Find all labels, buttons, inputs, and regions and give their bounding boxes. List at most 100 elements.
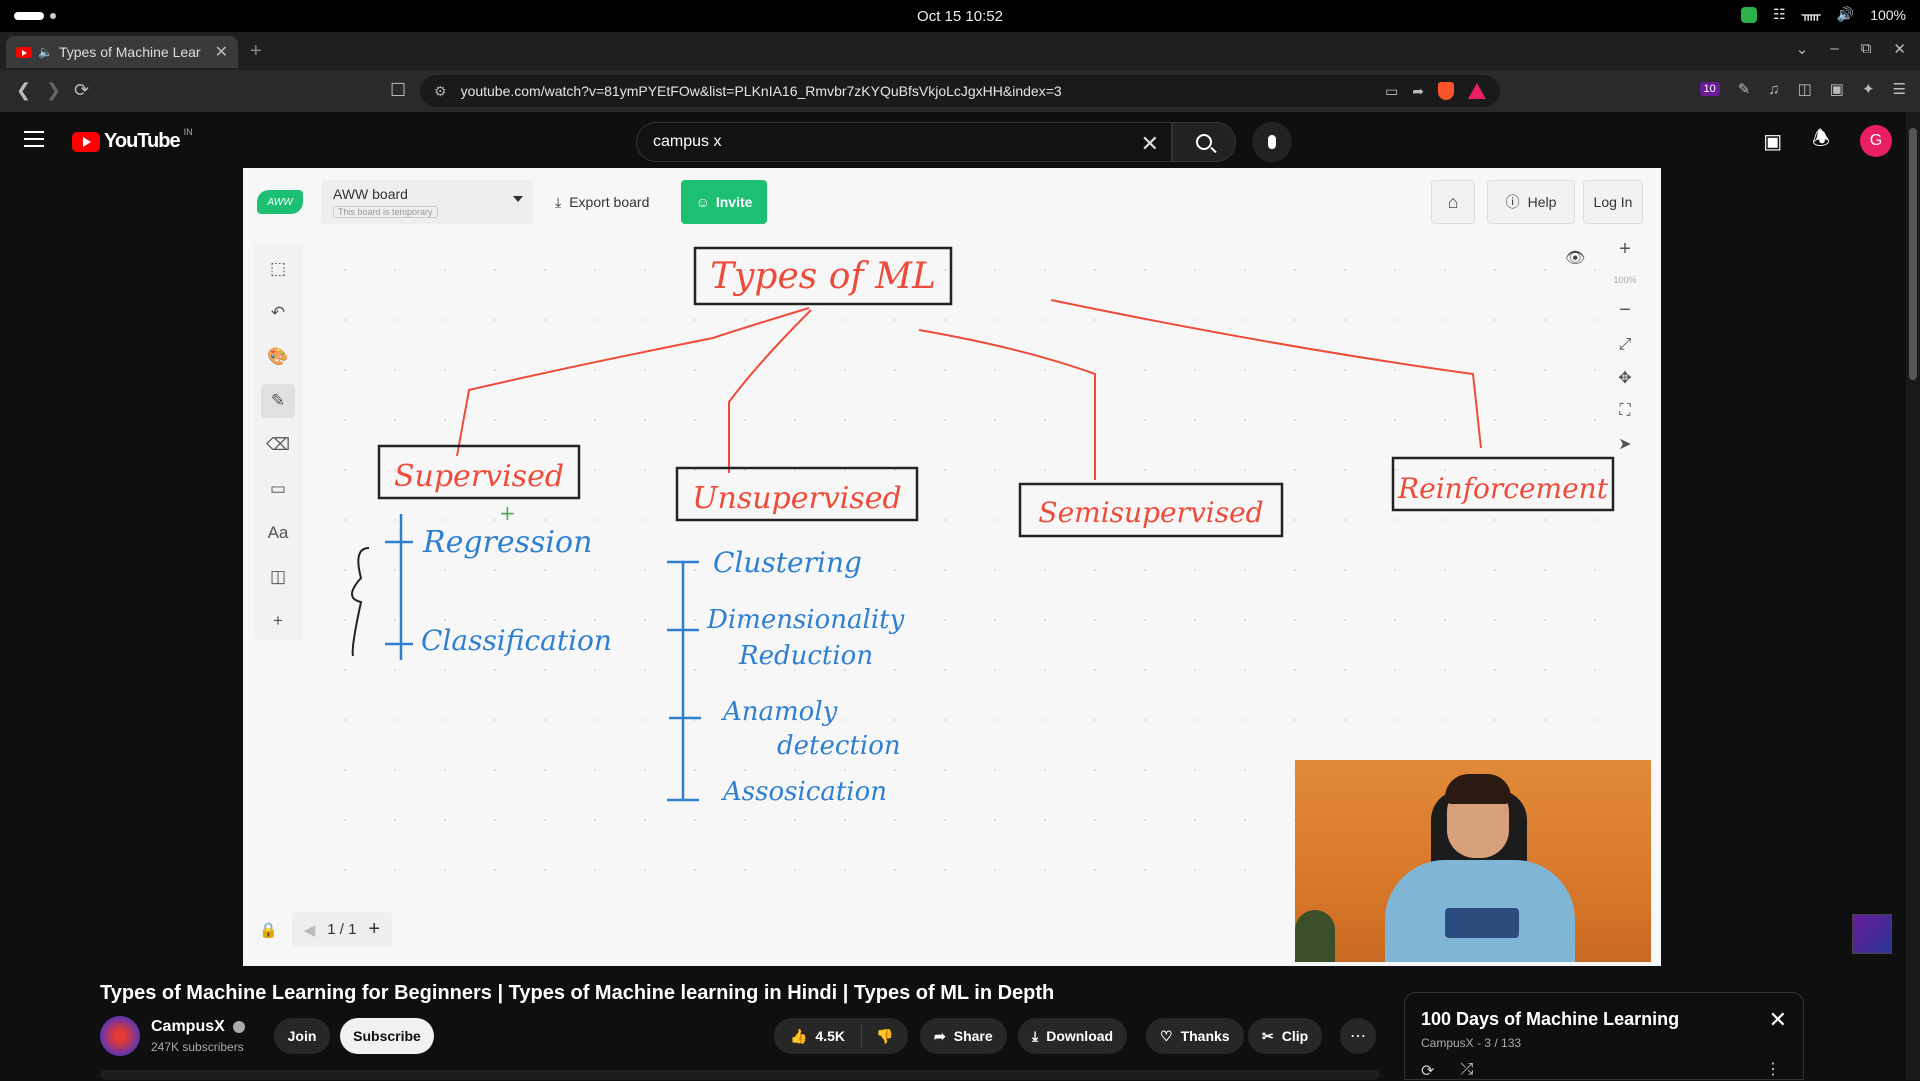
search-button[interactable] xyxy=(1172,122,1236,162)
share-icon[interactable]: ➦ xyxy=(1412,83,1424,100)
more-actions-icon[interactable]: ⋯ xyxy=(1340,1018,1376,1054)
site-settings-icon[interactable]: ⚙ xyxy=(434,83,447,100)
volume-icon[interactable]: 🔊 xyxy=(1837,6,1854,23)
channel-watermark[interactable] xyxy=(1852,914,1892,954)
playlist-panel: 100 Days of Machine Learning CampusX - 3… xyxy=(1404,992,1804,1080)
clear-search-icon[interactable]: ✕ xyxy=(1141,131,1159,157)
page-indicator: 1 / 1 xyxy=(327,921,357,938)
download-label: Download xyxy=(1046,1028,1114,1044)
youtube-logo-text: YouTube xyxy=(104,130,181,152)
clustering-label: Clustering xyxy=(713,546,862,579)
youtube-logo[interactable]: YouTube IN xyxy=(72,127,193,153)
sidebar-icon[interactable]: ◫ xyxy=(1798,80,1812,98)
add-page-icon: + xyxy=(368,918,381,940)
playlist-menu-icon[interactable]: ⋮ xyxy=(1765,1059,1781,1079)
brave-shields-icon[interactable] xyxy=(1438,82,1454,100)
forward-icon[interactable]: ❯ xyxy=(46,80,61,101)
subscriber-count: 247K subscribers xyxy=(151,1040,244,1054)
channel-avatar[interactable] xyxy=(100,1016,140,1056)
scrollbar-thumb[interactable] xyxy=(1909,128,1917,380)
association-label: Assosication xyxy=(721,777,887,807)
browser-menu-icon[interactable]: ☰ xyxy=(1893,80,1906,98)
playlist-title[interactable]: 100 Days of Machine Learning xyxy=(1421,1009,1787,1030)
system-clock[interactable]: Oct 15 10:52 xyxy=(0,8,1920,25)
channel-name[interactable]: CampusX xyxy=(151,1018,225,1035)
extension-badge[interactable]: 10 xyxy=(1699,82,1720,96)
vpn-shield-icon[interactable] xyxy=(1741,6,1757,23)
header-actions: ▣ 🕭 G xyxy=(1763,124,1892,158)
url-text[interactable]: youtube.com/watch?v=81ymPYEtFOw&list=PLK… xyxy=(461,83,1371,99)
close-window-icon[interactable]: ✕ xyxy=(1893,40,1906,58)
subscribe-button[interactable]: Subscribe xyxy=(340,1018,434,1054)
create-video-icon[interactable]: ▣ xyxy=(1763,129,1782,154)
dislike-button[interactable]: 👎 xyxy=(862,1028,908,1045)
wallet-icon[interactable]: ▣ xyxy=(1830,80,1844,98)
tab-close-icon[interactable]: ✕ xyxy=(215,42,228,62)
regression-label: Regression xyxy=(422,525,592,560)
search-query[interactable]: campus x xyxy=(653,133,721,151)
cursor-plus-mark: + xyxy=(499,501,516,525)
channel-name-wrap[interactable]: CampusX xyxy=(151,1018,246,1036)
thanks-button[interactable]: ♡ Thanks xyxy=(1146,1018,1244,1054)
thanks-heart-icon: ♡ xyxy=(1160,1027,1173,1044)
address-bar[interactable]: ⚙ youtube.com/watch?v=81ymPYEtFOw&list=P… xyxy=(420,75,1500,107)
thanks-label: Thanks xyxy=(1180,1028,1230,1044)
reinforcement-label: Reinforcement xyxy=(1397,472,1609,505)
playlist-controls: ⟳ ⤮ xyxy=(1421,1061,1473,1081)
like-dislike-group: 👍 4.5K 👎 xyxy=(774,1018,908,1054)
notifications-bell-icon[interactable]: 🕭 xyxy=(1812,124,1830,158)
like-count: 4.5K xyxy=(815,1028,845,1044)
extension-row: 10 ✎ ♫ ◫ ▣ ✦ ☰ xyxy=(1699,80,1906,98)
extensions-puzzle-icon[interactable]: ✎ xyxy=(1738,80,1751,98)
os-top-bar: Oct 15 10:52 ☷ ᚅ 🔊 100% xyxy=(0,0,1920,32)
plant-shape xyxy=(1295,910,1335,962)
page-controls: 🔒 ◀ 1 / 1 + xyxy=(259,912,393,947)
guide-menu-icon[interactable] xyxy=(24,131,44,147)
back-icon[interactable]: ❮ xyxy=(16,80,31,101)
browser-tab[interactable]: 🔈 Types of Machine Lear ✕ xyxy=(6,36,238,68)
like-button[interactable]: 👍 4.5K xyxy=(774,1024,862,1048)
media-icon[interactable]: ♫ xyxy=(1768,81,1779,98)
microphone-icon xyxy=(1268,135,1276,149)
restore-icon[interactable]: ⧉ xyxy=(1861,40,1872,58)
browser-toolbar: ❮ ❯ ⟳ ☐ ⚙ youtube.com/watch?v=81ymPYEtFO… xyxy=(0,70,1920,112)
audio-playing-icon[interactable]: 🔈 xyxy=(38,45,53,59)
shuffle-icon[interactable]: ⤮ xyxy=(1460,1061,1473,1081)
cast-icon[interactable]: ▭ xyxy=(1385,83,1398,100)
search-icon xyxy=(1196,134,1212,150)
bookmark-icon[interactable]: ☐ xyxy=(390,80,406,101)
share-arrow-icon: ➦ xyxy=(934,1027,946,1044)
system-tray[interactable]: ☷ ᚅ 🔊 100% xyxy=(1741,6,1906,23)
loop-icon[interactable]: ⟳ xyxy=(1421,1061,1434,1081)
download-button[interactable]: ⤓ Download xyxy=(1018,1018,1128,1054)
youtube-favicon-icon xyxy=(16,46,32,58)
search-input[interactable]: campus x ✕ xyxy=(636,122,1172,162)
new-tab-icon[interactable]: + xyxy=(250,40,262,63)
minimize-icon[interactable]: – xyxy=(1830,40,1838,58)
brave-rewards-icon[interactable] xyxy=(1468,83,1486,99)
clip-label: Clip xyxy=(1281,1028,1309,1044)
page-indicator-box: ◀ 1 / 1 + xyxy=(291,912,393,947)
video-title: Types of Machine Learning for Beginners … xyxy=(100,982,1055,1004)
share-button[interactable]: ➦ Share xyxy=(920,1018,1007,1054)
scissors-icon: ✂ xyxy=(1262,1027,1274,1044)
clip-button[interactable]: ✂ Clip xyxy=(1248,1018,1323,1054)
lock-icon: 🔒 xyxy=(259,921,278,939)
reload-icon[interactable]: ⟳ xyxy=(74,80,89,101)
page-scrollbar[interactable] xyxy=(1906,112,1920,1080)
description-panel-edge xyxy=(100,1070,1380,1080)
account-avatar[interactable]: G xyxy=(1860,125,1892,157)
network-icon[interactable]: ☷ xyxy=(1773,6,1786,23)
tab-list-chevron-icon[interactable]: ⌄ xyxy=(1796,40,1809,58)
video-player[interactable]: AWW AWW board This board is temporary ⤓ … xyxy=(243,168,1661,966)
leo-ai-icon[interactable]: ✦ xyxy=(1862,80,1875,98)
join-button[interactable]: Join xyxy=(274,1018,330,1054)
bluetooth-icon[interactable]: ᚅ xyxy=(1802,6,1821,23)
voice-search-button[interactable] xyxy=(1252,122,1292,162)
share-label: Share xyxy=(953,1028,993,1044)
playlist-meta: CampusX - 3 / 133 xyxy=(1421,1036,1522,1050)
prev-page-icon: ◀ xyxy=(303,921,316,939)
close-playlist-icon[interactable]: ✕ xyxy=(1769,1007,1787,1033)
battery-level[interactable]: 100% xyxy=(1870,7,1906,23)
verified-check-icon xyxy=(233,1020,246,1033)
